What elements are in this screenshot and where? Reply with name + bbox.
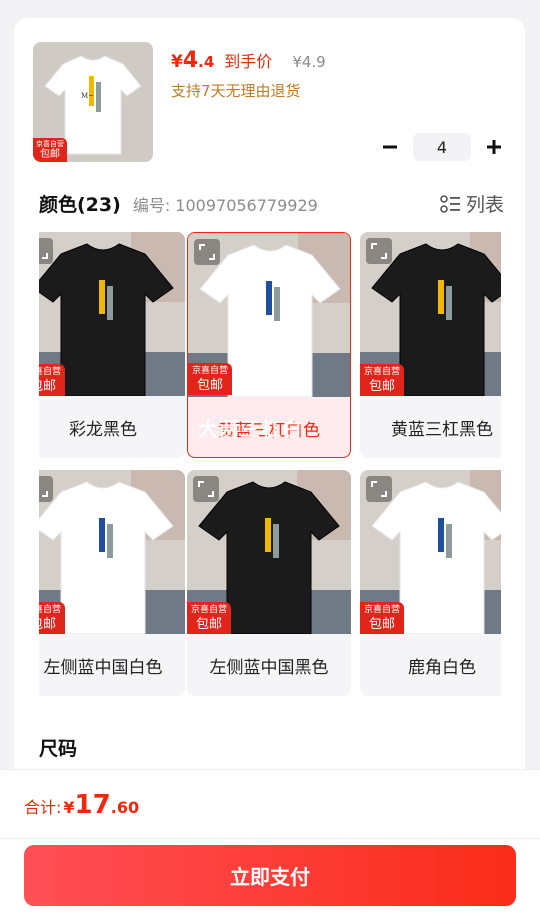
pay-now-button[interactable]: 立即支付 <box>24 845 516 906</box>
quantity-input[interactable]: 4 <box>413 133 471 161</box>
expand-icon[interactable] <box>366 476 392 502</box>
expand-icon[interactable] <box>39 476 53 502</box>
total-decimal: .60 <box>110 798 140 817</box>
expand-icon[interactable] <box>366 238 392 264</box>
self-operated-badge: 京喜自营包邮 <box>360 364 404 396</box>
self-operated-badge: 京喜自营 包邮 <box>33 138 67 162</box>
color-option[interactable]: 京喜自营 包邮鹿角白色 <box>360 470 501 696</box>
self-operated-badge: 京喜自营包邮 <box>39 602 65 634</box>
total-main: 17 <box>74 790 111 820</box>
return-policy: 支持7天无理由退货 <box>171 82 301 100</box>
color-option[interactable]: 京喜自营 包邮 黄蓝三杠白色 大两三杠白 <box>187 232 351 458</box>
color-option-label: 彩龙黑色 <box>69 419 137 440</box>
color-grid: 京喜自营包邮彩龙黑色京喜自营包邮黄蓝三杠白色大两三杠白京喜自营包邮黄蓝三杠黑色京… <box>39 232 501 702</box>
size-title: 尺码 <box>39 738 78 760</box>
price-row: ¥ 4 .4 到手价 ¥4.9 <box>171 48 326 73</box>
product-thumbnail[interactable]: M~ 京喜自营 包邮 <box>33 42 153 162</box>
color-spec-header: 颜色(23) 编号: 10097056779929 列表 <box>39 190 504 217</box>
sku-panel: M~ 京喜自营 包邮 ¥ 4 .4 到手价 ¥4.9 支持7天无理由退货 4 颜… <box>14 18 525 818</box>
svg-text:M~: M~ <box>81 92 94 100</box>
total-currency: ¥ <box>63 798 75 817</box>
quantity-stepper: 4 <box>377 133 507 161</box>
self-operated-badge: 京喜自营包邮 <box>39 364 65 396</box>
self-operated-badge: 京喜自营包邮 <box>360 602 404 634</box>
self-operated-badge: 京喜自营包邮 <box>188 363 232 395</box>
color-option-label: 左侧蓝中国白色 <box>43 657 163 678</box>
plus-icon <box>487 140 501 154</box>
checkout-bar: 合计: ¥ 17 .60 立即支付 <box>0 770 540 924</box>
decrease-button[interactable] <box>377 134 403 160</box>
total-label: 合计: <box>24 798 62 817</box>
price-currency: ¥ <box>171 52 183 72</box>
price-main: 4 <box>182 48 199 73</box>
minus-icon <box>383 145 397 149</box>
total-price: 合计: ¥ 17 .60 <box>24 790 139 820</box>
color-option-label: 左侧蓝中国黑色 <box>209 657 329 678</box>
list-icon <box>440 194 460 213</box>
color-option[interactable]: 京喜自营包邮左侧蓝中国白色 <box>39 470 185 696</box>
price-label: 到手价 <box>224 52 273 71</box>
expand-icon[interactable] <box>39 238 53 264</box>
color-option[interactable]: 京喜自营 包邮黄蓝三杠黑色 <box>360 232 501 458</box>
price-decimal: .4 <box>198 53 215 71</box>
expand-icon[interactable] <box>194 239 220 265</box>
color-option[interactable]: 京喜自营 包邮左侧蓝中国黑色 <box>187 470 351 696</box>
list-view-toggle[interactable]: 列表 <box>440 190 504 217</box>
color-option-label: 黄蓝三杠黑色 <box>391 419 493 440</box>
divider <box>0 838 540 839</box>
expand-icon[interactable] <box>193 476 219 502</box>
color-option-label: 鹿角白色 <box>408 657 476 678</box>
product-code: 编号: 10097056779929 <box>132 195 318 215</box>
color-option-label: 黄蓝三杠白色 <box>218 420 320 441</box>
spec-title: 颜色(23) <box>39 194 121 216</box>
list-label: 列表 <box>465 194 504 216</box>
original-price: ¥4.9 <box>292 53 326 71</box>
increase-button[interactable] <box>481 134 507 160</box>
self-operated-badge: 京喜自营包邮 <box>187 602 231 634</box>
color-option[interactable]: 京喜自营包邮彩龙黑色 <box>39 232 185 458</box>
